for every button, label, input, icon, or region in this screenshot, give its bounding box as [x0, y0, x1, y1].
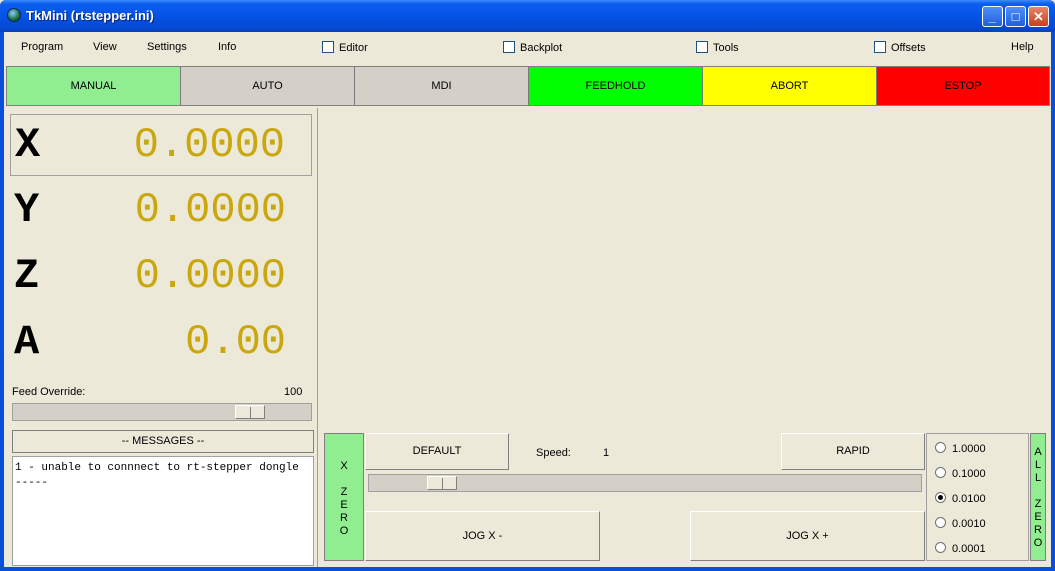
abort-button[interactable]: ABORT — [703, 67, 877, 105]
app-icon — [7, 8, 21, 22]
dro-y-row[interactable]: Y 0.0000 — [10, 180, 312, 242]
main-window: TkMini (rtstepper.ini) _ □ ✕ Program Vie… — [0, 0, 1055, 571]
checkbox-box[interactable] — [322, 41, 334, 53]
vertical-letter: Z — [1034, 498, 1042, 510]
axis-y-label: Y — [14, 186, 40, 234]
feedhold-button[interactable]: FEEDHOLD — [529, 67, 703, 105]
increment-option[interactable]: 0.0001 — [935, 542, 986, 555]
increment-label: 0.0100 — [952, 493, 986, 505]
dro-z-row[interactable]: Z 0.0000 — [10, 246, 312, 308]
minimize-icon[interactable]: _ — [982, 6, 1003, 27]
tools-checkbox[interactable]: Tools — [696, 41, 739, 54]
dro-a-row[interactable]: A 0.00 — [10, 312, 312, 374]
vertical-letter: L — [1034, 459, 1042, 471]
rapid-button[interactable]: RAPID — [781, 433, 925, 470]
axis-a-value: 0.00 — [185, 318, 286, 366]
speed-label: Speed: — [536, 447, 571, 459]
close-icon[interactable]: ✕ — [1028, 6, 1049, 27]
editor-checkbox[interactable]: Editor — [322, 41, 368, 54]
slider-thumb[interactable] — [235, 405, 265, 419]
checkbox-box[interactable] — [503, 41, 515, 53]
auto-button[interactable]: AUTO — [181, 67, 355, 105]
manual-button[interactable]: MANUAL — [7, 67, 181, 105]
vertical-letter: A — [1034, 446, 1042, 458]
radio-icon[interactable] — [935, 517, 946, 528]
increment-label: 1.0000 — [952, 443, 986, 455]
vertical-letter: X — [340, 460, 348, 472]
menu-program[interactable]: Program — [21, 41, 63, 53]
checkbox-box[interactable] — [696, 41, 708, 53]
increment-option[interactable]: 0.1000 — [935, 467, 986, 480]
vertical-letter: E — [1034, 511, 1042, 523]
messages-button[interactable]: -- MESSAGES -- — [12, 430, 314, 453]
editor-label: Editor — [339, 42, 368, 54]
backplot-label: Backplot — [520, 42, 563, 54]
jog-x-minus-button[interactable]: JOG X - — [365, 511, 600, 561]
increment-option[interactable]: 1.0000 — [935, 442, 986, 455]
axis-a-label: A — [14, 318, 40, 366]
messages-text[interactable]: 1 - unable to connnect to rt-stepper don… — [12, 456, 314, 566]
axis-x-label: X — [15, 121, 41, 169]
menu-help[interactable]: Help — [1011, 41, 1034, 53]
vertical-letter: E — [340, 499, 348, 511]
increment-label: 0.0010 — [952, 518, 986, 530]
jog-speed-slider[interactable] — [368, 474, 922, 492]
default-button[interactable]: DEFAULT — [365, 433, 509, 470]
axis-z-value: 0.0000 — [134, 252, 286, 300]
vertical-letter: O — [1033, 537, 1043, 549]
axis-x-value: 0.0000 — [133, 121, 285, 169]
jog-x-plus-button[interactable]: JOG X + — [690, 511, 925, 561]
menu-view[interactable]: View — [93, 41, 117, 53]
feed-override-slider[interactable] — [12, 403, 312, 421]
vertical-letter: R — [340, 512, 348, 524]
window-title: TkMini (rtstepper.ini) — [26, 8, 154, 23]
axis-y-value: 0.0000 — [134, 186, 286, 234]
increment-label: 0.1000 — [952, 468, 986, 480]
position-panel: X 0.0000 Y 0.0000 Z 0.0000 A 0.00 Feed O… — [6, 108, 318, 567]
vertical-letter: R — [1034, 524, 1042, 536]
all-zero-button[interactable]: ALLZERO — [1030, 433, 1046, 561]
menu-settings[interactable]: Settings — [147, 41, 187, 53]
offsets-checkbox[interactable]: Offsets — [874, 41, 926, 54]
menu-bar: Program View Settings Info Editor Backpl… — [4, 32, 1051, 62]
radio-selected-icon[interactable] — [935, 492, 946, 503]
jog-panel: XZERO DEFAULT Speed: 1 RAPID JOG X - JOG… — [320, 108, 1050, 567]
menu-info[interactable]: Info — [218, 41, 236, 53]
radio-icon[interactable] — [935, 442, 946, 453]
offsets-label: Offsets — [891, 42, 926, 54]
client-area: Program View Settings Info Editor Backpl… — [4, 32, 1051, 567]
vertical-letter: L — [1034, 472, 1042, 484]
mode-bar: MANUAL AUTO MDI FEEDHOLD ABORT ESTOP — [6, 66, 1050, 106]
vertical-letter: Z — [340, 486, 348, 498]
slider-thumb[interactable] — [427, 476, 457, 490]
speed-value: 1 — [603, 447, 610, 459]
feed-override-value: 100 — [284, 386, 303, 398]
zero-x-button[interactable]: X ZERO — [324, 433, 364, 561]
radio-icon[interactable] — [935, 467, 946, 478]
jog-increment-group: 1.0000 0.1000 0.0100 0.0010 0.0001 — [926, 433, 1029, 561]
estop-button[interactable]: ESTOP — [877, 67, 1049, 105]
increment-label: 0.0001 — [952, 543, 986, 555]
vertical-letter: O — [339, 525, 349, 537]
tools-label: Tools — [713, 42, 739, 54]
axis-z-label: Z — [14, 252, 40, 300]
mdi-button[interactable]: MDI — [355, 67, 529, 105]
increment-option[interactable]: 0.0010 — [935, 517, 986, 530]
backplot-checkbox[interactable]: Backplot — [503, 41, 562, 54]
checkbox-box[interactable] — [874, 41, 886, 53]
increment-option[interactable]: 0.0100 — [935, 492, 986, 505]
feed-override-label: Feed Override: — [12, 386, 86, 398]
radio-icon[interactable] — [935, 542, 946, 553]
maximize-icon[interactable]: □ — [1005, 6, 1026, 27]
dro-x-row[interactable]: X 0.0000 — [10, 114, 312, 176]
title-bar: TkMini (rtstepper.ini) _ □ ✕ — [0, 0, 1055, 32]
